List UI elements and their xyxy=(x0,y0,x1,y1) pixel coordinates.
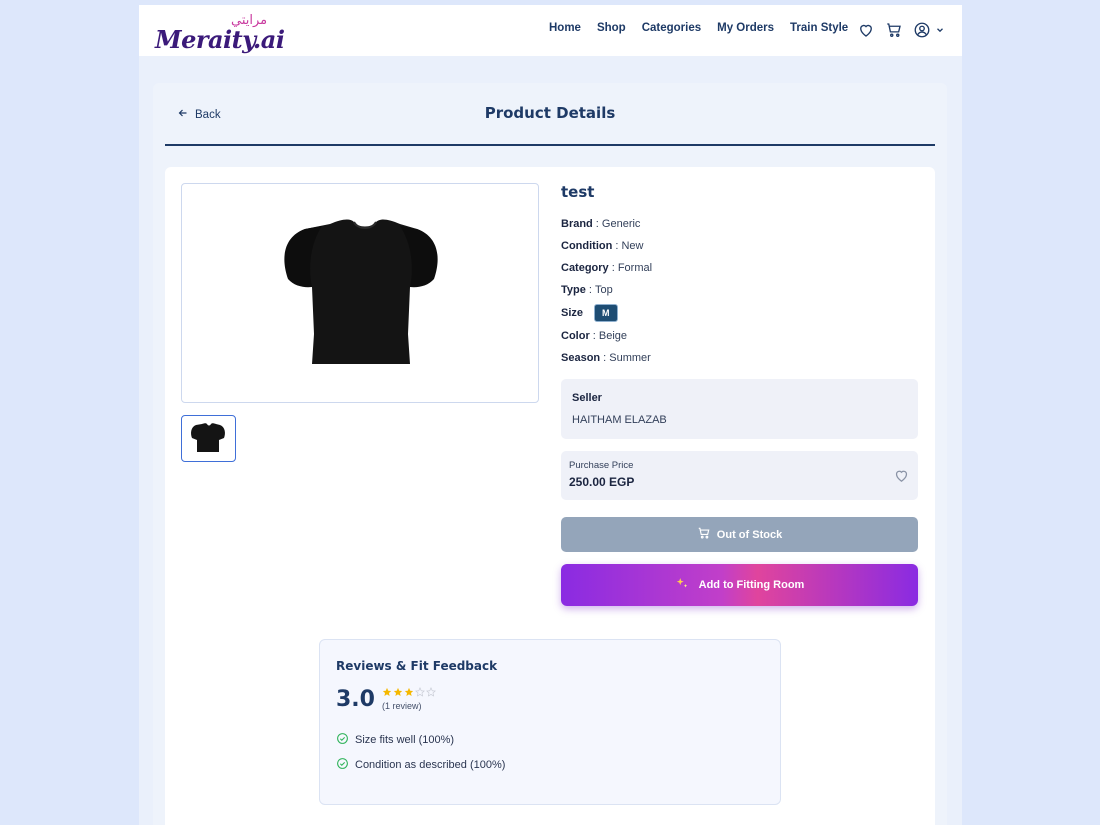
black-top-image xyxy=(284,219,438,364)
attr-value: New xyxy=(621,240,644,252)
star-empty-icon xyxy=(426,687,436,697)
wishlist-heart-icon[interactable] xyxy=(893,467,910,488)
star-icon xyxy=(404,687,414,696)
nav-shop[interactable]: Shop xyxy=(597,22,626,34)
attr-label: Condition xyxy=(561,240,613,252)
attr-value: Formal xyxy=(617,262,653,274)
size-chip-m[interactable]: M xyxy=(594,304,618,322)
out-of-stock-button[interactable]: Out of Stock xyxy=(561,517,918,552)
check-circle-icon xyxy=(336,732,349,748)
chevron-down-icon[interactable] xyxy=(935,25,945,35)
attr-label: Brand xyxy=(561,218,593,230)
logo[interactable]: مرايتي Meraity.ai xyxy=(155,13,285,54)
star-icon xyxy=(393,687,403,696)
reviews-section: Reviews & Fit Feedback 3.0 (1 review) Si… xyxy=(319,639,781,805)
product-info: test Brand: Generic Condition: New Categ… xyxy=(561,183,919,369)
attr-type: Type: Top xyxy=(561,284,613,296)
seller-box: Seller HAITHAM ELAZAB xyxy=(561,379,918,439)
attr-size: Size M xyxy=(561,301,919,325)
nav-my-orders[interactable]: My Orders xyxy=(717,22,774,34)
seller-label: Seller xyxy=(572,392,602,404)
reviews-title: Reviews & Fit Feedback xyxy=(336,659,498,673)
top-navbar: مرايتي Meraity.ai Home Shop Categories M… xyxy=(139,5,962,56)
cart-icon[interactable] xyxy=(885,21,903,39)
attr-category: Category: Formal xyxy=(561,262,653,274)
app-frame: مرايتي Meraity.ai Home Shop Categories M… xyxy=(139,5,962,825)
attr-brand: Brand: Generic xyxy=(561,218,641,230)
price-value: 250.00 EGP xyxy=(569,475,635,489)
user-icon[interactable] xyxy=(913,21,931,39)
nav-train-style[interactable]: Train Style xyxy=(790,22,848,34)
cart-icon xyxy=(697,526,711,543)
sparkles-icon xyxy=(675,577,689,594)
feedback-text: Size fits well (100%) xyxy=(355,734,455,746)
star-empty-icon xyxy=(415,687,425,697)
attr-color: Color: Beige xyxy=(561,330,627,342)
product-main-image[interactable] xyxy=(181,183,539,403)
product-thumbnail[interactable] xyxy=(181,415,236,462)
product-name: test xyxy=(561,183,595,201)
add-to-fitting-room-button[interactable]: Add to Fitting Room xyxy=(561,564,918,606)
out-of-stock-label: Out of Stock xyxy=(716,528,783,541)
feedback-text: Condition as described (100%) xyxy=(355,759,506,771)
fitting-room-label: Add to Fitting Room xyxy=(698,579,805,591)
attr-value: Generic xyxy=(601,218,641,230)
attr-label: Color xyxy=(561,330,590,342)
feedback-item: Condition as described (100%) xyxy=(336,757,505,773)
star-icon xyxy=(382,687,392,696)
review-count: (1 review) xyxy=(382,701,422,711)
attr-season: Season: Summer xyxy=(561,352,651,364)
nav-categories[interactable]: Categories xyxy=(642,22,701,34)
attr-label: Season xyxy=(561,352,601,364)
review-score: 3.0 xyxy=(336,687,375,712)
heart-icon[interactable] xyxy=(857,21,875,39)
nav-home[interactable]: Home xyxy=(549,22,581,34)
price-box: Purchase Price 250.00 EGP xyxy=(561,451,918,500)
attr-label: Size xyxy=(561,307,584,319)
attr-condition: Condition: New xyxy=(561,240,644,252)
product-details-panel: Back Product Details test Brand: Generi… xyxy=(153,83,947,825)
feedback-item: Size fits well (100%) xyxy=(336,732,454,748)
attr-value: Beige xyxy=(598,330,627,342)
attr-value: Summer xyxy=(609,352,651,364)
rating-stars xyxy=(382,687,436,697)
nav-icons xyxy=(857,21,945,39)
product-card: test Brand: Generic Condition: New Categ… xyxy=(165,167,935,825)
title-divider xyxy=(165,144,935,146)
attr-value: Top xyxy=(594,284,613,296)
attr-label: Category xyxy=(561,262,609,274)
check-circle-icon xyxy=(336,757,349,773)
price-label: Purchase Price xyxy=(569,460,634,471)
attr-label: Type xyxy=(561,284,586,296)
main-nav: Home Shop Categories My Orders Train Sty… xyxy=(549,22,864,34)
seller-name: HAITHAM ELAZAB xyxy=(572,414,667,426)
logo-text: Meraity.ai xyxy=(155,25,285,54)
page-title: Product Details xyxy=(484,104,616,122)
